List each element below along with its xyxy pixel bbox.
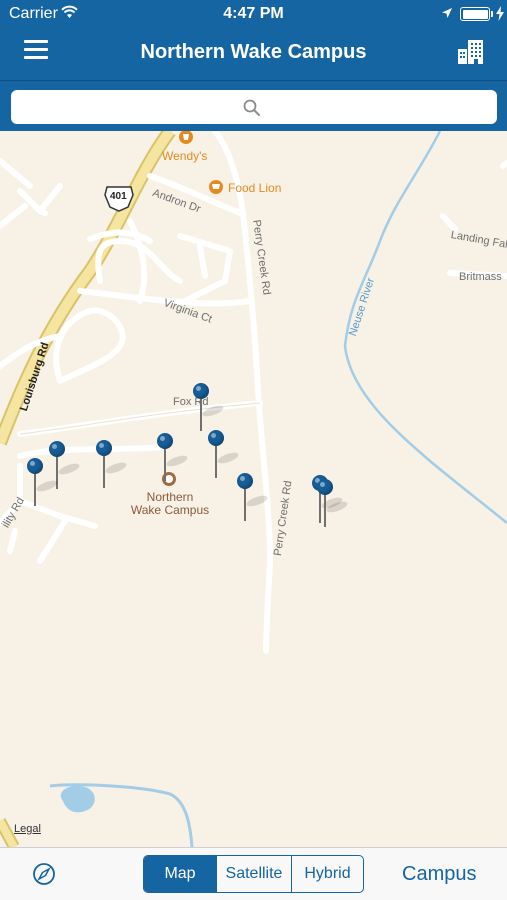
battery-tip [491,11,493,17]
clock: 4:47 PM [223,5,284,22]
compass-icon[interactable] [32,862,56,886]
campus-marker-label[interactable]: Northern Wake Campus [120,491,220,517]
status-bar: Carrier 4:47 PM [0,0,507,28]
map-pin[interactable] [236,473,269,521]
map-pin[interactable] [316,479,349,527]
segment-satellite[interactable]: Satellite [216,856,291,892]
highway-shield-label: 401 [110,191,127,202]
poi-wendys[interactable]: Wendy's [162,149,207,163]
map-type-segmented-control: Map Satellite Hybrid [143,855,364,893]
page-title: Northern Wake Campus [140,41,367,63]
campus-button[interactable]: Campus [402,863,476,886]
charging-bolt-icon [496,6,504,21]
navigation-bar: Northern Wake Campus [0,28,507,78]
campus-map[interactable]: 401 Wendy's Food Lion Andron Dr Perry Cr… [0,131,507,847]
location-arrow-icon [442,8,452,18]
building-icon[interactable] [458,40,483,64]
bottom-toolbar: Map Satellite Hybrid Campus [0,847,507,900]
map-pin[interactable] [26,458,59,506]
legal-link[interactable]: Legal [14,823,41,835]
map-pin[interactable] [156,433,189,481]
search-icon [243,99,260,116]
poi-food-lion[interactable]: Food Lion [228,181,281,195]
segment-map[interactable]: Map [144,856,216,892]
map-pin[interactable] [207,430,240,478]
search-input[interactable] [11,90,497,124]
road-label-britmass: Britmass [459,271,502,283]
top-header: Carrier 4:47 PM Northern Wake Campus [0,0,507,131]
search-bar-container [0,80,507,131]
map-pin[interactable] [95,440,128,488]
segment-hybrid[interactable]: Hybrid [291,856,363,892]
map-pin[interactable] [192,383,225,431]
battery-icon [460,7,490,21]
